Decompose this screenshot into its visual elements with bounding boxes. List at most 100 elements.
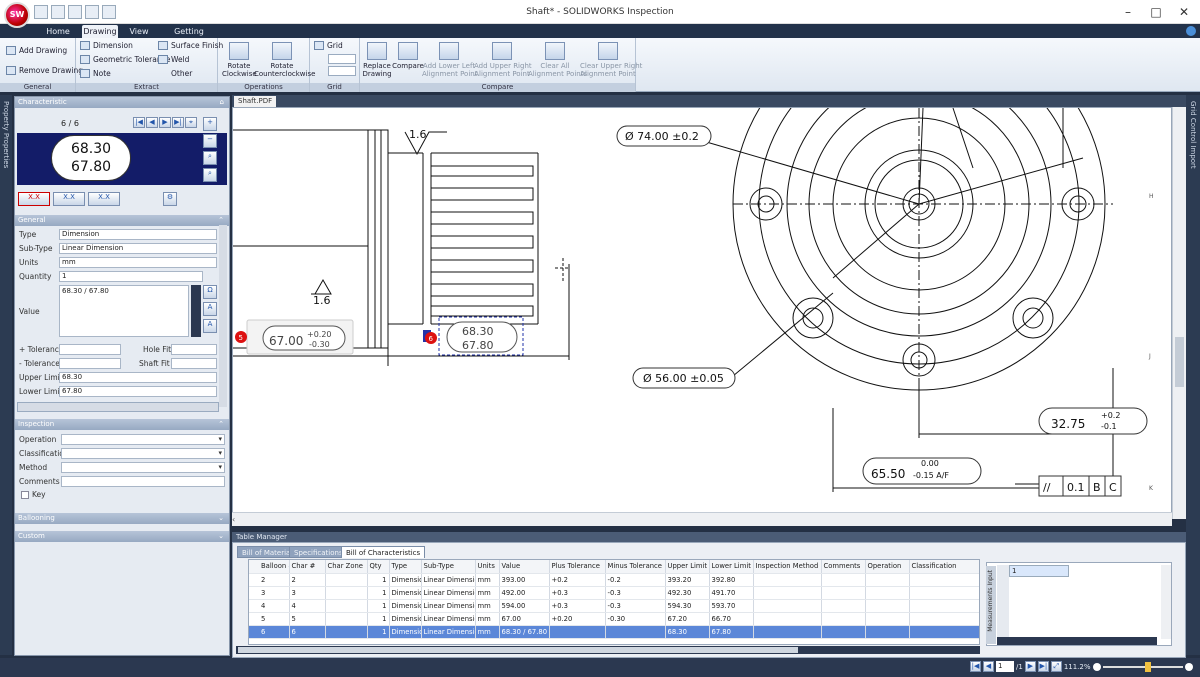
- table-cell[interactable]: [909, 625, 979, 639]
- omega-icon[interactable]: Ω: [203, 285, 217, 299]
- table-cell[interactable]: 492.30: [665, 586, 710, 600]
- table-cell[interactable]: 5: [249, 612, 290, 626]
- units-field[interactable]: mm: [59, 257, 217, 268]
- column-header[interactable]: Qty: [367, 560, 390, 574]
- table-cell[interactable]: +0.2: [549, 573, 606, 587]
- open-folder-icon[interactable]: [51, 5, 65, 19]
- new-file-icon[interactable]: [34, 5, 48, 19]
- table-cell[interactable]: 6: [289, 625, 326, 639]
- lower-limit-field[interactable]: 67.80: [59, 386, 217, 397]
- geometric-tolerance-button[interactable]: Geometric Tolerance: [80, 55, 170, 64]
- last-page-icon[interactable]: ▶|: [1037, 661, 1049, 672]
- table-cell[interactable]: [753, 612, 822, 626]
- app-logo-icon[interactable]: SW: [4, 2, 30, 28]
- table-cell[interactable]: [549, 625, 606, 639]
- table-cell[interactable]: [325, 612, 368, 626]
- table-row[interactable]: 22 1DimensionLinear Dimensionmm393.00+0.2…: [249, 573, 979, 587]
- table-cell[interactable]: 68.30 / 67.80: [499, 625, 550, 639]
- table-cell[interactable]: -0.3: [605, 599, 666, 613]
- measurement-cell[interactable]: 1: [1009, 565, 1069, 577]
- zoom-in-icon[interactable]: [1184, 662, 1193, 671]
- table-cell[interactable]: Linear Dimension: [421, 599, 476, 613]
- comments-field[interactable]: [61, 476, 225, 487]
- table-cell[interactable]: [821, 586, 866, 600]
- surface-finish-button[interactable]: Surface Finish: [158, 41, 223, 50]
- add-lower-left-alignment-button[interactable]: Add Lower Left Alignment Point: [422, 42, 477, 78]
- format-tolerance-icon[interactable]: X.X: [53, 192, 85, 206]
- table-cell[interactable]: [909, 586, 979, 600]
- table-cell[interactable]: mm: [475, 612, 500, 626]
- replace-drawing-button[interactable]: Replace Drawing: [362, 42, 392, 78]
- zoom-region-icon[interactable]: ⌕: [203, 168, 217, 182]
- table-row[interactable]: 33 1DimensionLinear Dimensionmm492.00+0.3…: [249, 586, 979, 600]
- table-cell[interactable]: 393.20: [665, 573, 710, 587]
- table-cell[interactable]: 6: [249, 625, 290, 639]
- table-cell[interactable]: [909, 612, 979, 626]
- table-cell[interactable]: [821, 625, 866, 639]
- measurement-hscrollbar[interactable]: [997, 637, 1157, 645]
- table-cell[interactable]: Linear Dimension: [421, 625, 476, 639]
- table-cell[interactable]: Dimension: [389, 612, 422, 626]
- table-cell[interactable]: Linear Dimension: [421, 573, 476, 587]
- subtype-field[interactable]: Linear Dimension: [59, 243, 217, 254]
- table-cell[interactable]: [821, 573, 866, 587]
- shaft-fit-field[interactable]: [171, 358, 217, 369]
- table-cell[interactable]: Linear Dimension: [421, 586, 476, 600]
- column-header[interactable]: Value: [499, 560, 550, 574]
- table-cell[interactable]: [865, 599, 910, 613]
- table-cell[interactable]: [821, 612, 866, 626]
- first-page-icon[interactable]: |◀: [970, 661, 981, 672]
- table-cell[interactable]: [865, 625, 910, 639]
- table-cell[interactable]: mm: [475, 599, 500, 613]
- table-cell[interactable]: 67.80: [709, 625, 754, 639]
- table-cell[interactable]: Dimension: [389, 586, 422, 600]
- column-header[interactable]: Char Zone: [325, 560, 368, 574]
- grid-control-import-tab[interactable]: Grid Control Import: [1189, 101, 1197, 169]
- table-cell[interactable]: Dimension: [389, 573, 422, 587]
- table-cell[interactable]: -0.3: [605, 586, 666, 600]
- column-header[interactable]: Classification: [909, 560, 979, 574]
- table-row[interactable]: 55 1DimensionLinear Dimensionmm67.00+0.20…: [249, 612, 979, 626]
- column-header[interactable]: Sub-Type: [421, 560, 476, 574]
- value-scrollbar[interactable]: [191, 285, 201, 337]
- table-cell[interactable]: 594.30: [665, 599, 710, 613]
- table-cell[interactable]: 2: [249, 573, 290, 587]
- grid-size-field[interactable]: [328, 54, 356, 64]
- table-cell[interactable]: 1: [367, 573, 390, 587]
- column-header[interactable]: Operation: [865, 560, 910, 574]
- text-format-icon[interactable]: A: [203, 302, 217, 316]
- column-header[interactable]: Plus Tolerance: [549, 560, 606, 574]
- table-cell[interactable]: Dimension: [389, 599, 422, 613]
- general-hscrollbar[interactable]: [17, 402, 219, 412]
- measurements-input-tab[interactable]: Measurements Input: [986, 566, 996, 644]
- table-cell[interactable]: mm: [475, 625, 500, 639]
- weld-button[interactable]: Weld: [158, 55, 189, 64]
- table-cell[interactable]: [753, 625, 822, 639]
- table-cell[interactable]: [753, 599, 822, 613]
- table-cell[interactable]: [753, 586, 822, 600]
- table-cell[interactable]: 67.20: [665, 612, 710, 626]
- tab-bill-of-characteristics[interactable]: Bill of Characteristics: [341, 546, 426, 558]
- table-cell[interactable]: 3: [249, 586, 290, 600]
- column-header[interactable]: Char #: [289, 560, 326, 574]
- grid-spacing-field[interactable]: [328, 66, 356, 76]
- quantity-field[interactable]: 1: [59, 271, 203, 282]
- rotate-clockwise-button[interactable]: Rotate Clockwise: [222, 42, 257, 78]
- table-cell[interactable]: 393.00: [499, 573, 550, 587]
- drawing-canvas[interactable]: 1.6 1.6 67.00 +0.20 -0.30 5 68.30 67.80 …: [232, 107, 1172, 519]
- operation-select[interactable]: [61, 434, 225, 445]
- table-hscrollbar[interactable]: [236, 646, 980, 654]
- table-cell[interactable]: -0.30: [605, 612, 666, 626]
- table-cell[interactable]: [325, 625, 368, 639]
- first-icon[interactable]: |◀: [133, 117, 145, 128]
- previous-icon[interactable]: ◀: [146, 117, 158, 128]
- column-header[interactable]: Lower Limit: [709, 560, 754, 574]
- format-limit-icon[interactable]: X.X: [88, 192, 120, 206]
- column-header[interactable]: Balloon #: [249, 560, 290, 574]
- page-number-field[interactable]: 1: [996, 661, 1014, 672]
- table-cell[interactable]: [865, 573, 910, 587]
- table-cell[interactable]: 2: [289, 573, 326, 587]
- compare-button[interactable]: Compare: [392, 42, 424, 70]
- table-cell[interactable]: mm: [475, 573, 500, 587]
- dimension-button[interactable]: Dimension: [80, 41, 133, 50]
